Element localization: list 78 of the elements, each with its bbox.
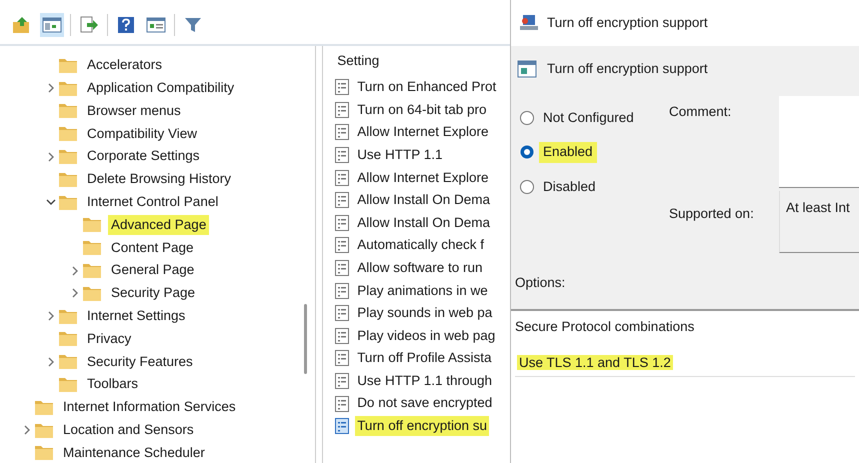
folder-icon — [82, 216, 102, 234]
setting-item[interactable]: Turn on 64-bit tab pro — [355, 100, 489, 120]
option-value[interactable]: Use TLS 1.1 and TLS 1.2 — [517, 355, 673, 370]
supported-on-label: Supported on: — [669, 205, 755, 224]
setting-item[interactable]: Play animations in we — [355, 280, 490, 301]
tree-item[interactable]: Browser menus — [84, 100, 184, 122]
folder-icon — [58, 170, 78, 188]
setting-item[interactable]: Play sounds in web pa — [355, 303, 494, 324]
folder-icon — [82, 284, 102, 302]
folder-icon — [34, 444, 54, 462]
properties-icon — [146, 16, 166, 34]
radio-button[interactable] — [519, 144, 535, 160]
setting-item[interactable]: Use HTTP 1.1 through — [355, 370, 494, 392]
tree-item[interactable]: Corporate Settings — [84, 146, 203, 167]
setting-item[interactable]: Allow Install On Dema — [355, 190, 492, 210]
folder-icon — [82, 239, 102, 256]
policy-icon — [517, 59, 537, 79]
setting-item[interactable]: Play videos in web pag — [355, 326, 498, 346]
folder-icon — [58, 194, 78, 211]
tree-item[interactable]: Compatibility View — [84, 124, 200, 144]
folder-icon — [58, 330, 78, 348]
window-title: Turn off encryption support — [547, 14, 708, 32]
setting-item[interactable]: Turn off encryption su — [355, 416, 490, 436]
export-list-icon — [79, 16, 99, 34]
computer-icon — [519, 14, 539, 32]
tree-item[interactable]: Accelerators — [84, 55, 166, 76]
folder-icon — [58, 148, 78, 166]
tree-item[interactable]: Delete Browsing History — [84, 169, 234, 190]
setting-item[interactable]: Allow software to run — [355, 258, 484, 278]
tree-item[interactable]: Security Features — [84, 352, 196, 372]
setting-item[interactable]: Automatically check f — [355, 235, 486, 256]
filter-icon — [184, 16, 202, 34]
setting-item[interactable]: Turn on Enhanced Prot — [355, 77, 498, 98]
folder-icon — [34, 398, 54, 416]
tree-item[interactable]: Content Page — [108, 238, 197, 258]
tree-item[interactable]: Advanced Page — [108, 214, 210, 236]
comment-label: Comment: — [669, 103, 732, 121]
tree-item[interactable]: General Page — [108, 260, 198, 281]
tree-item[interactable]: Application Compatibility — [84, 78, 238, 98]
radio-button[interactable] — [519, 178, 535, 195]
radio-button[interactable] — [519, 110, 535, 126]
setting-item[interactable]: Use HTTP 1.1 — [355, 144, 444, 166]
tree-item[interactable]: Internet Information Services — [60, 397, 239, 418]
folder-icon — [34, 422, 54, 439]
folder-icon — [58, 308, 78, 325]
policy-heading: Turn off encryption support — [547, 60, 708, 78]
tree-item[interactable]: Internet Control Panel — [84, 192, 222, 212]
setting-item[interactable]: Allow Internet Explore — [355, 168, 491, 188]
supported-on-field: At least Int — [779, 191, 859, 253]
help-icon — [117, 16, 135, 34]
radio-label[interactable]: Enabled — [539, 142, 597, 162]
folder-icon — [58, 102, 78, 120]
tree-item[interactable]: Internet Settings — [84, 306, 188, 326]
tree-item[interactable]: Privacy — [84, 328, 134, 350]
option-title: Secure Protocol combinations — [515, 319, 694, 334]
scrollbar-thumb[interactable] — [304, 304, 308, 374]
console-tree-button[interactable] — [40, 13, 64, 37]
options-label: Options: — [514, 274, 566, 292]
folder-icon — [58, 125, 78, 142]
setting-item[interactable]: Do not save encrypted — [355, 393, 494, 414]
comment-field[interactable] — [779, 96, 859, 188]
setting-item[interactable]: Turn off Profile Assista — [355, 348, 494, 369]
tree-item[interactable]: Security Page — [108, 283, 198, 304]
folder-icon — [58, 353, 78, 370]
setting-item[interactable]: Allow Install On Dema — [355, 212, 492, 233]
radio-label[interactable]: Not Configured — [539, 108, 638, 128]
up-folder-icon — [12, 16, 32, 34]
folder-icon — [58, 376, 78, 394]
folder-icon — [58, 56, 78, 74]
tree-item[interactable]: Location and Sensors — [60, 420, 197, 440]
folder-icon — [82, 262, 102, 280]
console-tree-icon — [42, 16, 62, 34]
column-header[interactable]: Setting — [329, 46, 510, 76]
tree-item[interactable]: Toolbars — [84, 374, 142, 395]
setting-item[interactable]: Allow Internet Explore — [355, 122, 491, 143]
tree-item[interactable]: Maintenance Scheduler — [60, 442, 208, 463]
folder-icon — [58, 80, 78, 97]
radio-label[interactable]: Disabled — [539, 176, 600, 197]
